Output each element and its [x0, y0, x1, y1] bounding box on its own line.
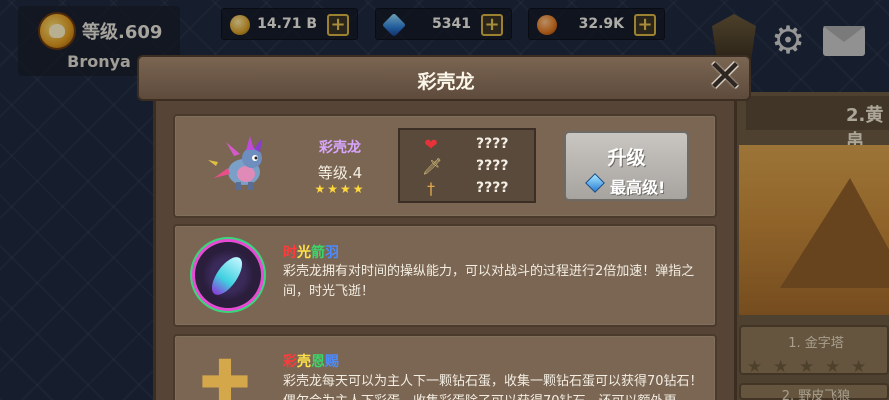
upgrade-max-label: 最高级! — [610, 178, 666, 197]
stat-value: ???? — [476, 158, 509, 174]
skill-title-char: 时 — [283, 245, 297, 261]
dagger-icon: † — [427, 179, 435, 198]
sword-icon: 🗡 — [422, 157, 443, 176]
skill-title-char: 恩 — [311, 354, 325, 370]
upgrade-label: 升级 — [607, 147, 646, 169]
dragon-star-rating: ★★★★ — [314, 182, 366, 196]
skill-title-char: 赐 — [325, 354, 339, 370]
stat-row-attack: 🗡 ???? — [400, 156, 538, 178]
skill-title: 彩壳恩赐 — [283, 351, 339, 371]
skill-description: 彩壳龙拥有对时间的操纵能力，可以对战斗的过程进行2倍加速！弹指之间，时光飞逝！ — [283, 264, 695, 299]
skill-description: 彩壳龙每天可以为主人下一颗钻石蛋，收集一颗钻石蛋可以获得70钻石！偶尔会为主人下… — [283, 374, 703, 400]
dragon-portrait-image — [208, 136, 262, 190]
stat-value: ???? — [476, 180, 509, 196]
stat-value: ???? — [476, 136, 509, 152]
modal-header: 彩壳龙 — [137, 55, 751, 101]
stat-row-defense: † ???? — [400, 178, 538, 200]
feather-arrow-skill-icon — [195, 242, 261, 308]
diamond-icon — [585, 173, 605, 193]
upgrade-button[interactable]: 升级 最高级! — [564, 131, 689, 201]
skill-title-char: 羽 — [325, 245, 339, 261]
skill-title-char: 箭 — [311, 245, 325, 261]
close-button[interactable]: ✕ — [704, 55, 746, 99]
skill-title-char: 壳 — [297, 354, 311, 370]
heart-icon: ❤ — [424, 135, 438, 154]
skill-title-char: 光 — [297, 245, 311, 261]
skill-title-char: 彩 — [283, 354, 297, 370]
stat-row-health: ❤ ???? — [400, 134, 538, 156]
dragon-level: 等级.4 — [317, 164, 363, 182]
dragon-stats-box: ❤ ???? 🗡 ???? † ???? — [398, 128, 536, 203]
dragon-name: 彩壳龙 — [319, 140, 361, 156]
modal-title: 彩壳龙 — [417, 71, 475, 93]
skill-title: 时光箭羽 — [283, 242, 339, 262]
